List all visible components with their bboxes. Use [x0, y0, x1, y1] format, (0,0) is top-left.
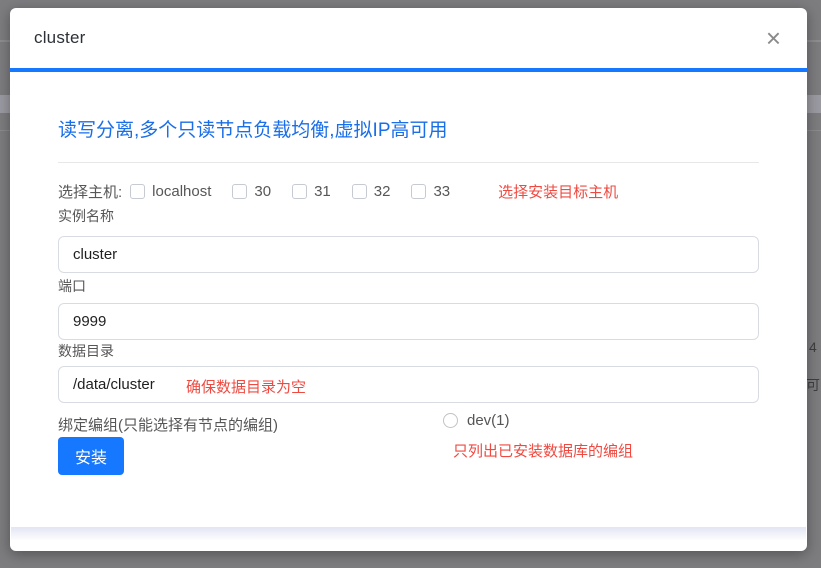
close-icon[interactable]: ×	[762, 25, 785, 51]
section-divider	[58, 162, 759, 163]
host-select-hint: 选择安装目标主机	[498, 184, 619, 201]
cluster-description-heading: 读写分离,多个只读节点负载均衡,虚拟IP高可用	[58, 120, 448, 141]
host-select-label: 选择主机:	[58, 184, 123, 201]
dialog-header: cluster ×	[10, 8, 807, 68]
dialog-body: 读写分离,多个只读节点负载均衡,虚拟IP高可用 选择主机: localhost …	[10, 72, 807, 476]
port-label: 端口	[58, 278, 86, 294]
checkbox-icon[interactable]	[292, 184, 308, 199]
host-checkbox-label: localhost	[152, 183, 212, 200]
dialog-title: cluster	[34, 28, 86, 47]
checkbox-icon[interactable]	[232, 184, 248, 199]
modal-bottom-fade	[11, 527, 806, 540]
radio-icon[interactable]	[443, 413, 458, 428]
host-checkbox-label: 30	[254, 183, 272, 200]
background-table-cell: 4	[809, 339, 817, 355]
host-checkbox-label: 31	[314, 183, 331, 200]
data-directory-field: 确保数据目录为空	[58, 366, 759, 403]
instance-name-input[interactable]	[58, 236, 759, 273]
host-checkbox-31[interactable]: 31	[292, 183, 331, 200]
host-checkbox-33[interactable]: 33	[411, 183, 450, 200]
background-table-cell: 可	[806, 377, 820, 393]
data-directory-input[interactable]	[58, 366, 759, 403]
group-radio-label: dev(1)	[467, 412, 510, 429]
bind-group-section: 绑定编组(只能选择有节点的编组) dev(1) 只列出已安装数据库的编组 安装	[58, 412, 759, 476]
host-checkbox-30[interactable]: 30	[232, 183, 271, 200]
host-checkbox-label: 32	[373, 183, 391, 200]
instance-name-label: 实例名称	[58, 208, 114, 224]
bind-group-hint: 只列出已安装数据库的编组	[453, 443, 634, 460]
data-directory-label: 数据目录	[58, 343, 114, 359]
group-radio-dev[interactable]: dev(1)	[443, 412, 510, 429]
host-checkbox-localhost[interactable]: localhost	[130, 183, 211, 200]
bind-group-label: 绑定编组(只能选择有节点的编组)	[58, 417, 278, 434]
checkbox-icon[interactable]	[411, 184, 427, 199]
port-input[interactable]	[58, 303, 759, 340]
checkbox-icon[interactable]	[130, 184, 146, 199]
checkbox-icon[interactable]	[351, 184, 367, 199]
install-button[interactable]: 安装	[58, 437, 125, 475]
cluster-install-dialog: cluster × 读写分离,多个只读节点负载均衡,虚拟IP高可用 选择主机: …	[10, 8, 807, 551]
host-checkbox-label: 33	[433, 183, 451, 200]
data-directory-hint: 确保数据目录为空	[186, 379, 307, 396]
host-select-row: 选择主机: localhost 30 31 32 33 选择安装目标主机	[58, 182, 759, 201]
host-checkbox-32[interactable]: 32	[351, 183, 391, 200]
